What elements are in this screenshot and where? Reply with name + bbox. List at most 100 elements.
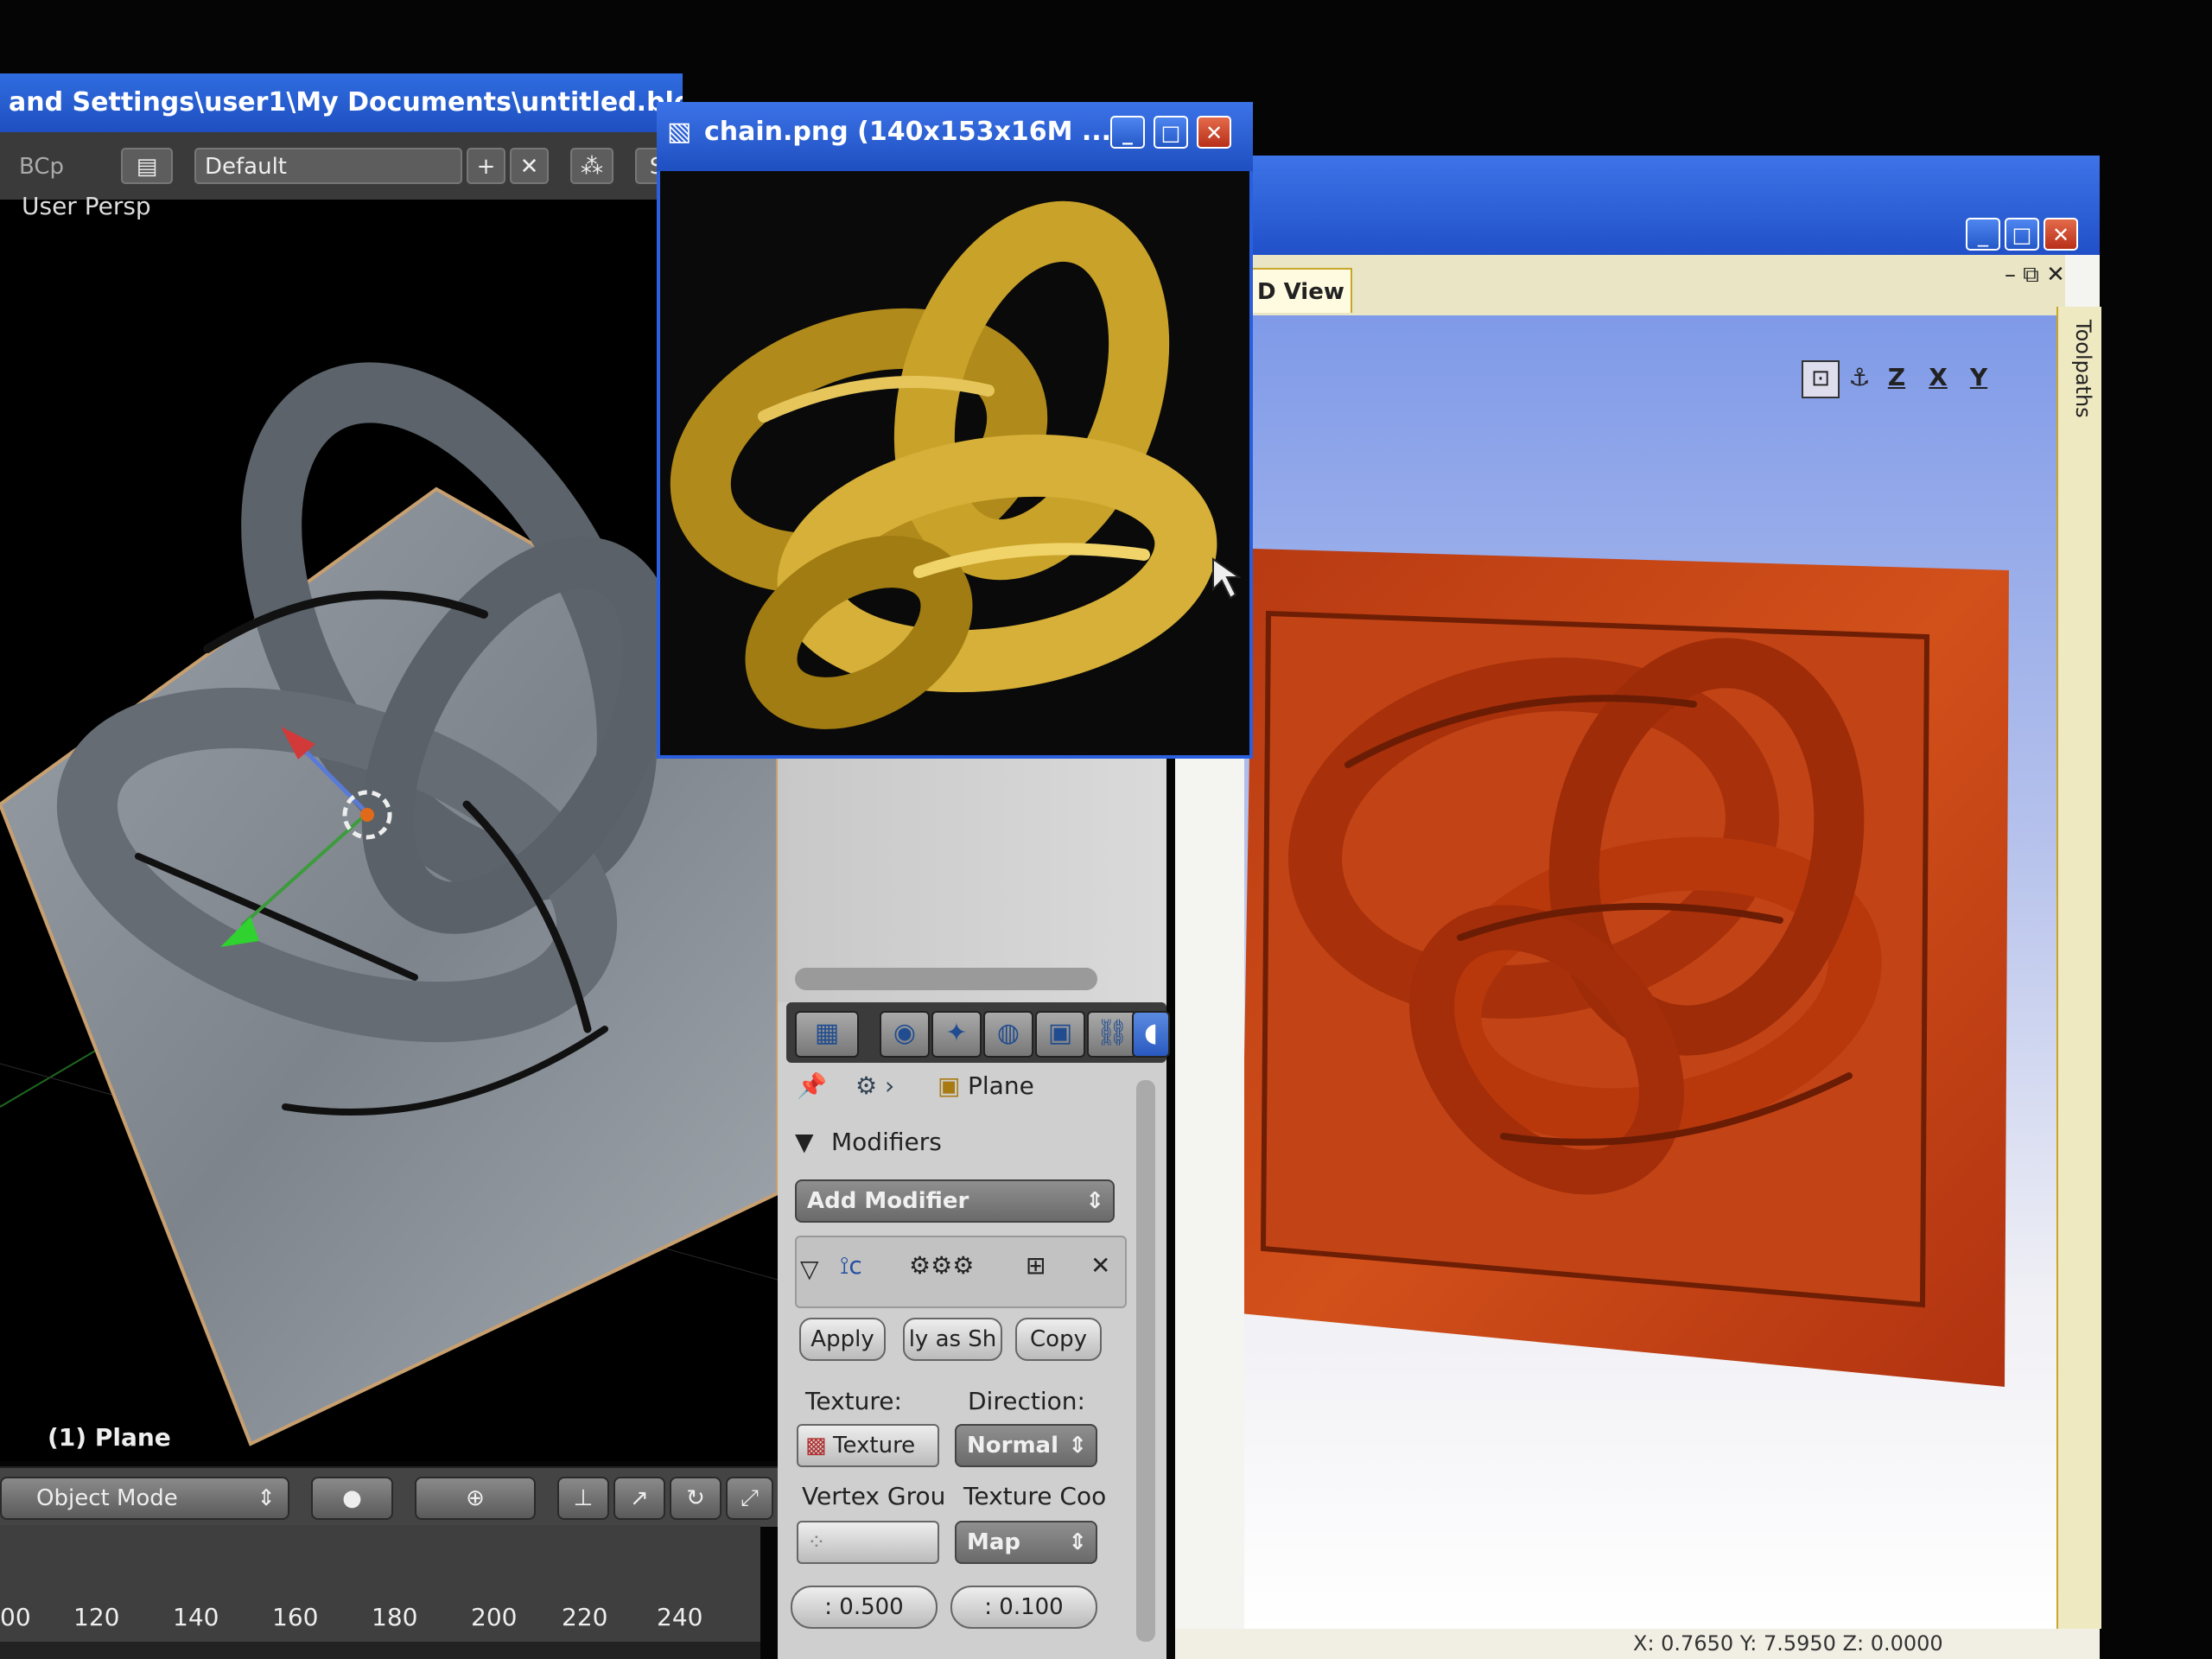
image-viewer-title: chain.png (140x153x16M ... bbox=[704, 117, 1112, 147]
texture-coordinates-select[interactable]: Map ⇕ bbox=[955, 1521, 1097, 1564]
mouse-cursor-icon bbox=[1212, 557, 1243, 600]
screen-field[interactable]: Default bbox=[194, 148, 462, 184]
vertex-group-label: Vertex Grou bbox=[802, 1482, 946, 1510]
blender-titlebar: and Settings\user1\My Documents\untitled… bbox=[0, 73, 683, 132]
image-viewer-window bbox=[657, 102, 1253, 759]
timeline-tick: 180 bbox=[372, 1603, 418, 1631]
manipulator-icon: ⊥ bbox=[573, 1485, 594, 1511]
delete-screen-icon[interactable]: ✕ bbox=[510, 148, 549, 184]
timeline-scrollbar[interactable] bbox=[0, 1642, 760, 1659]
minimize-button[interactable]: _ bbox=[1966, 218, 2000, 251]
scene-tab-icon[interactable]: ✦ bbox=[931, 1011, 982, 1058]
document-window-controls-icon[interactable]: – ⧉ ✕ bbox=[2005, 262, 2065, 289]
breadcrumb-object-name: Plane bbox=[968, 1071, 1034, 1100]
viewport-perspective-label: User Persp bbox=[22, 192, 151, 220]
timeline-tick: 00 bbox=[0, 1603, 31, 1631]
mode-select[interactable]: Object Mode ⇕ bbox=[0, 1477, 289, 1520]
properties-context-tabs: ▦ ◉ ✦ ◍ ▣ ⛓ ◖ bbox=[786, 1002, 1170, 1063]
viewport-footer: Object Mode ⇕ ● ⊕ ⊥ ↗ ↻ ⤢ bbox=[0, 1466, 778, 1527]
viewer-minimize-button[interactable]: _ bbox=[1110, 116, 1145, 149]
timeline-tick: 240 bbox=[657, 1603, 703, 1631]
screen-layout-icon[interactable]: ▤ bbox=[121, 148, 173, 184]
scale-toggle[interactable]: ⤢ bbox=[726, 1477, 773, 1520]
scene-icon[interactable]: ⁂ bbox=[570, 148, 613, 184]
shading-select[interactable]: ● bbox=[311, 1477, 393, 1520]
direction-select[interactable]: Normal ⇕ bbox=[955, 1424, 1097, 1467]
maximize-button[interactable]: □ bbox=[2005, 218, 2039, 251]
direction-select-value: Normal bbox=[967, 1433, 1058, 1459]
collapse-triangle-icon[interactable]: ▼ bbox=[795, 1128, 814, 1156]
move-updown-icon[interactable]: ⊞ bbox=[1026, 1251, 1046, 1280]
translate-toggle[interactable]: ↗ bbox=[613, 1477, 665, 1520]
render-tab-icon[interactable]: ◉ bbox=[880, 1011, 930, 1058]
render-viewport-toggles-icon[interactable]: ⚙⚙⚙ bbox=[909, 1251, 974, 1280]
toolpaths-tab[interactable]: Toolpaths bbox=[2061, 320, 2095, 418]
add-modifier-select[interactable]: Add Modifier ⇕ bbox=[795, 1179, 1115, 1223]
tab-3d-view[interactable]: D View bbox=[1249, 268, 1352, 313]
texture-checker-icon: ▩ bbox=[805, 1433, 827, 1459]
texture-field-value: Texture bbox=[833, 1433, 916, 1459]
viewer-close-button[interactable]: ✕ bbox=[1197, 116, 1231, 149]
texture-field[interactable]: ▩ Texture bbox=[797, 1424, 939, 1467]
close-button[interactable]: ✕ bbox=[2044, 218, 2078, 251]
object-origin bbox=[360, 808, 374, 822]
apply-as-shape-button[interactable]: ly as Sh bbox=[903, 1318, 1002, 1361]
timeline[interactable]: 00 120 140 160 180 200 220 240 bbox=[0, 1525, 760, 1659]
apply-button[interactable]: Apply bbox=[799, 1318, 886, 1361]
header-partial-label: BCp bbox=[9, 148, 104, 184]
view-iso-button[interactable]: ⚓ bbox=[1842, 360, 1877, 395]
updown-arrows-icon: ⇕ bbox=[1085, 1188, 1104, 1214]
editor-type-icon[interactable]: ▦ bbox=[795, 1011, 859, 1058]
displace-modifier-icon: ⟟c bbox=[840, 1251, 862, 1280]
constraints-tab-icon[interactable]: ⛓ bbox=[1087, 1011, 1137, 1058]
pin-icon[interactable]: 📌 bbox=[797, 1071, 827, 1100]
view-fit-button[interactable]: ⊡ bbox=[1802, 360, 1840, 398]
modifiers-tab-icon[interactable]: ◖ bbox=[1132, 1011, 1170, 1058]
add-modifier-label: Add Modifier bbox=[807, 1188, 969, 1214]
updown-arrows-icon: ⇕ bbox=[1068, 1433, 1087, 1459]
cam-3d-view[interactable]: ⊡ ⚓ Z X Y bbox=[1240, 315, 2056, 1629]
strength-slider[interactable]: : 0.100 bbox=[950, 1586, 1097, 1629]
texture-coordinates-label: Texture Coo bbox=[963, 1482, 1107, 1510]
timeline-tick: 220 bbox=[562, 1603, 608, 1631]
blender-title-path: and Settings\user1\My Documents\untitled… bbox=[9, 87, 683, 118]
cam-relief-scene bbox=[1240, 549, 2009, 1387]
view-x-button[interactable]: X bbox=[1921, 360, 1955, 395]
view-z-button[interactable]: Z bbox=[1879, 360, 1914, 395]
viewer-maximize-button[interactable]: □ bbox=[1154, 116, 1188, 149]
sphere-shading-icon: ● bbox=[342, 1485, 362, 1511]
vertex-group-field[interactable]: ⁘ bbox=[797, 1521, 939, 1564]
properties-scrollbar[interactable] bbox=[795, 968, 1097, 990]
direction-label: Direction: bbox=[968, 1387, 1085, 1415]
active-object-label: (1) Plane bbox=[48, 1423, 171, 1452]
timeline-tick: 160 bbox=[272, 1603, 319, 1631]
cam-titlebar: _ □ ✕ bbox=[1244, 156, 2100, 255]
expand-triangle-icon[interactable]: ▽ bbox=[800, 1255, 819, 1283]
updown-arrows-icon: ⇕ bbox=[257, 1485, 276, 1511]
remove-modifier-icon[interactable]: ✕ bbox=[1090, 1251, 1110, 1280]
world-tab-icon[interactable]: ◍ bbox=[983, 1011, 1033, 1058]
copy-button[interactable]: Copy bbox=[1015, 1318, 1102, 1361]
chain-links bbox=[670, 200, 1217, 729]
translate-arrow-icon: ↗ bbox=[630, 1485, 649, 1511]
modifiers-panel-title: Modifiers bbox=[831, 1128, 942, 1156]
cam-right-sidebar bbox=[2056, 307, 2101, 1629]
pivot-select[interactable]: ⊕ bbox=[415, 1477, 536, 1520]
object-link-icon: ⚙ › bbox=[855, 1071, 895, 1100]
midlevel-slider[interactable]: : 0.500 bbox=[791, 1586, 938, 1629]
object-tab-icon[interactable]: ▣ bbox=[1035, 1011, 1085, 1058]
cam-document-bar: – ⧉ ✕ bbox=[1244, 255, 2065, 315]
timeline-tick: 120 bbox=[73, 1603, 120, 1631]
properties-empty-area bbox=[778, 743, 1166, 1002]
add-screen-icon[interactable]: + bbox=[467, 148, 505, 184]
view-y-button[interactable]: Y bbox=[1961, 360, 1996, 395]
image-file-icon: ▧ bbox=[667, 117, 692, 147]
properties-vertical-scrollbar[interactable] bbox=[1136, 1080, 1155, 1642]
scale-icon: ⤢ bbox=[741, 1485, 759, 1511]
modifiers-context: 📌 ⚙ › ▣ Plane ▼ Modifiers Add Modifier ⇕… bbox=[786, 1071, 1166, 1659]
cam-status-bar: X: 0.7650 Y: 7.5950 Z: 0.0000 bbox=[1175, 1629, 2100, 1659]
manipulator-toggle[interactable]: ⊥ bbox=[557, 1477, 609, 1520]
texture-label: Texture: bbox=[805, 1387, 902, 1415]
rotate-toggle[interactable]: ↻ bbox=[670, 1477, 721, 1520]
vertex-group-icon: ⁘ bbox=[807, 1529, 826, 1555]
